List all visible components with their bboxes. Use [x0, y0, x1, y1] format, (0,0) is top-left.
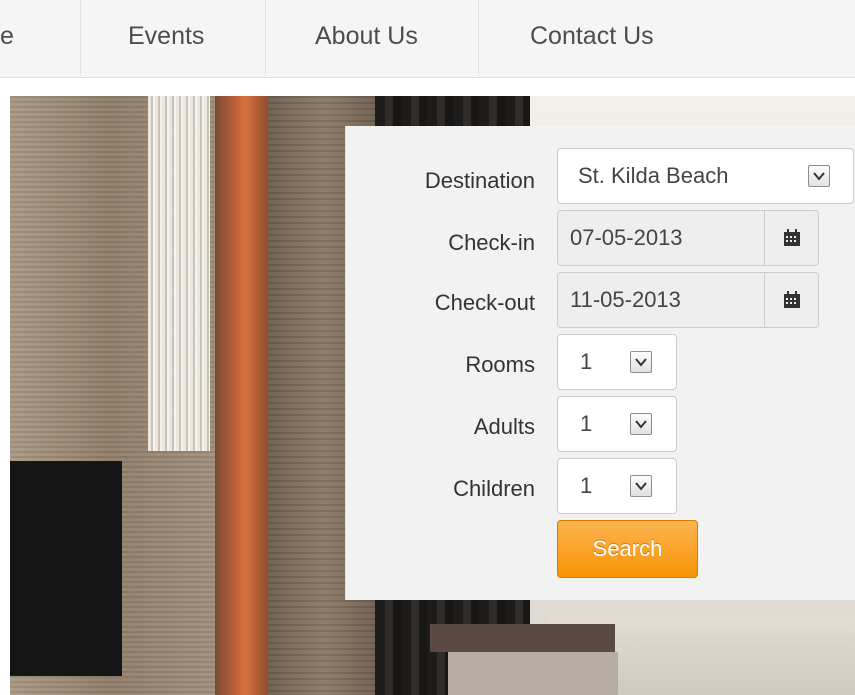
- hero-furniture: [430, 624, 615, 652]
- checkout-date-field[interactable]: 11-05-2013: [557, 272, 819, 328]
- chevron-down-icon[interactable]: [630, 351, 652, 373]
- nav-divider: [80, 0, 81, 76]
- nav-item-home[interactable]: e: [0, 0, 80, 76]
- checkout-calendar-button[interactable]: [764, 273, 818, 327]
- checkin-calendar-button[interactable]: [764, 211, 818, 265]
- nav-divider: [478, 0, 479, 76]
- top-navigation: e Events About Us Contact Us: [0, 0, 855, 78]
- nav-item-about-us[interactable]: About Us: [315, 0, 418, 76]
- checkout-label: Check-out: [434, 290, 535, 315]
- hero-furniture: [448, 652, 618, 695]
- chevron-down-icon[interactable]: [630, 413, 652, 435]
- checkin-date-field[interactable]: 07-05-2013: [557, 210, 819, 266]
- calendar-icon: [784, 229, 800, 246]
- destination-value: St. Kilda Beach: [578, 163, 729, 188]
- rooms-select[interactable]: 1: [557, 334, 677, 390]
- booking-form: Destination St. Kilda Beach Check-in 07-…: [345, 126, 855, 600]
- hero-television: [10, 461, 122, 676]
- checkin-value: 07-05-2013: [570, 225, 683, 250]
- rooms-label: Rooms: [465, 352, 535, 377]
- nav-item-contact-us[interactable]: Contact Us: [530, 0, 654, 76]
- chevron-down-icon[interactable]: [630, 475, 652, 497]
- adults-select[interactable]: 1: [557, 396, 677, 452]
- nav-divider: [265, 0, 266, 76]
- adults-value: 1: [580, 411, 593, 436]
- checkout-value: 11-05-2013: [570, 287, 681, 312]
- destination-label: Destination: [424, 168, 535, 193]
- rooms-value: 1: [580, 349, 593, 374]
- children-label: Children: [453, 476, 535, 501]
- children-value: 1: [580, 473, 593, 498]
- adults-label: Adults: [473, 414, 535, 439]
- chevron-down-icon[interactable]: [808, 165, 830, 187]
- destination-select[interactable]: St. Kilda Beach: [557, 148, 854, 204]
- search-button[interactable]: Search: [557, 520, 698, 578]
- hero-accent-wall: [215, 96, 270, 695]
- nav-item-events[interactable]: Events: [128, 0, 204, 76]
- children-select[interactable]: 1: [557, 458, 677, 514]
- checkin-label: Check-in: [448, 230, 535, 255]
- calendar-icon: [784, 291, 800, 308]
- hero-chandelier: [148, 96, 210, 451]
